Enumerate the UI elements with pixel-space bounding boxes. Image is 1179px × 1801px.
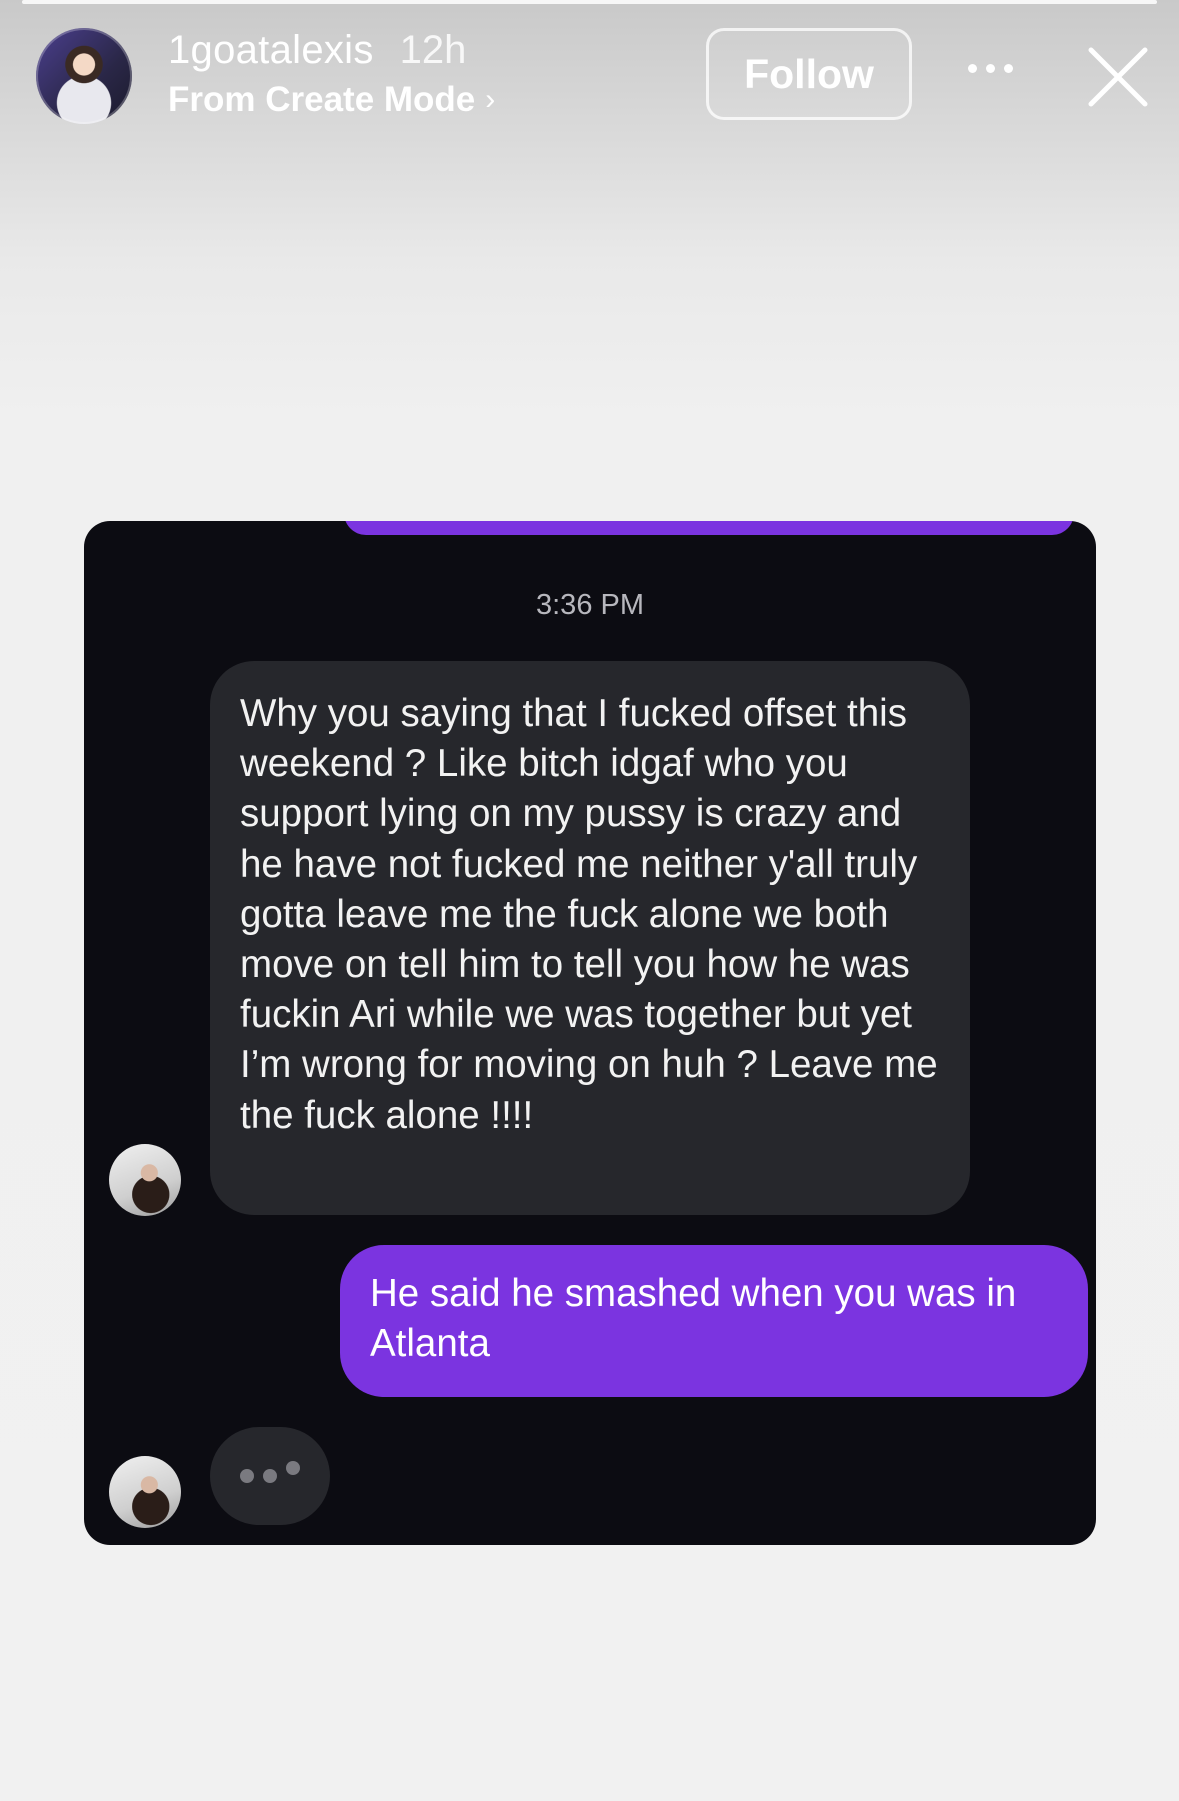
- more-icon[interactable]: [968, 56, 1028, 80]
- contact-avatar: [109, 1456, 181, 1528]
- username[interactable]: 1goatalexis: [168, 28, 374, 73]
- story-header: 1goatalexis 12h: [168, 28, 466, 73]
- message-timestamp: 3:36 PM: [536, 589, 644, 621]
- close-icon[interactable]: [1085, 44, 1151, 110]
- story-subtitle[interactable]: From Create Mode ›: [168, 80, 495, 120]
- incoming-message-bubble: Why you saying that I fucked offset this…: [210, 661, 970, 1215]
- previous-outgoing-bubble: [344, 521, 1074, 535]
- chevron-right-icon: ›: [485, 83, 496, 116]
- contact-avatar: [109, 1144, 181, 1216]
- time-ago: 12h: [399, 28, 467, 72]
- profile-avatar[interactable]: [36, 28, 132, 124]
- story-progress-bar: [22, 0, 1157, 6]
- typing-indicator: [210, 1427, 330, 1525]
- subtitle-text: From Create Mode: [168, 80, 476, 119]
- chat-screenshot: 3:36 PM Why you saying that I fucked off…: [84, 521, 1096, 1545]
- progress-segment: [22, 0, 1157, 4]
- follow-button[interactable]: Follow: [706, 28, 912, 120]
- outgoing-message-bubble: He said he smashed when you was in Atlan…: [340, 1245, 1088, 1397]
